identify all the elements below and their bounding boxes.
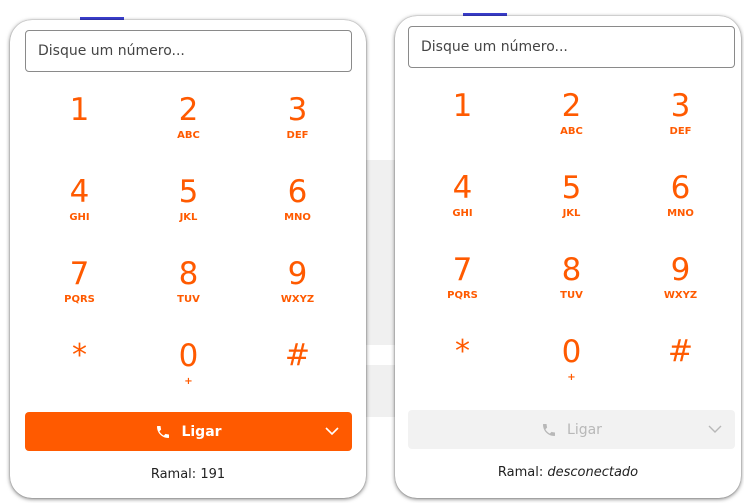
keypad-row: 1 2 ABC 3 DEF — [408, 80, 735, 162]
key-letters: + — [567, 372, 576, 383]
key-star[interactable]: * — [25, 330, 134, 412]
key-digit: 3 — [670, 88, 691, 124]
key-9[interactable]: 9 WXYZ — [626, 244, 735, 326]
key-0[interactable]: 0 + — [517, 326, 626, 408]
key-6[interactable]: 6 MNO — [626, 162, 735, 244]
key-letters: MNO — [284, 212, 311, 223]
extension-label: Ramal: — [150, 467, 197, 482]
background-panel — [366, 160, 395, 345]
call-button-bar: Ligar — [25, 412, 352, 451]
key-digit: 8 — [561, 252, 582, 288]
keypad-row: * 0 + # — [408, 326, 735, 408]
key-digit: 6 — [287, 174, 308, 210]
extension-status: Ramal: desconectado — [395, 465, 741, 480]
extension-value: desconectado — [547, 465, 639, 480]
extension-label: Ramal: — [497, 465, 544, 480]
key-digit: 1 — [452, 88, 473, 124]
key-star[interactable]: * — [408, 326, 517, 408]
dial-number-input[interactable] — [408, 26, 735, 68]
key-8[interactable]: 8 TUV — [134, 248, 243, 330]
key-digit: 5 — [561, 170, 582, 206]
keypad-row: 4 GHI 5 JKL 6 MNO — [408, 162, 735, 244]
key-4[interactable]: 4 GHI — [25, 166, 134, 248]
key-letters: GHI — [69, 212, 90, 223]
extension-value: 191 — [200, 467, 226, 482]
key-digit: # — [284, 338, 311, 373]
key-digit: 8 — [178, 256, 199, 292]
key-digit: * — [72, 338, 87, 373]
key-digit: 2 — [561, 88, 582, 124]
key-digit: 7 — [452, 252, 473, 288]
key-letters: PQRS — [447, 290, 478, 301]
background-panel — [366, 365, 395, 417]
key-2[interactable]: 2 ABC — [134, 84, 243, 166]
key-letters: JKL — [179, 212, 198, 223]
key-8[interactable]: 8 TUV — [517, 244, 626, 326]
key-1[interactable]: 1 — [25, 84, 134, 166]
call-button[interactable]: Ligar — [541, 422, 602, 438]
call-button[interactable]: Ligar — [155, 423, 222, 440]
key-digit: 4 — [69, 174, 90, 210]
key-2[interactable]: 2 ABC — [517, 80, 626, 162]
extension-status: Ramal: 191 — [10, 467, 366, 482]
key-digit: * — [455, 334, 470, 369]
key-hash[interactable]: # — [626, 326, 735, 408]
chevron-down-icon[interactable] — [324, 425, 340, 437]
key-letters: WXYZ — [280, 294, 315, 305]
key-1[interactable]: 1 — [408, 80, 517, 162]
key-7[interactable]: 7 PQRS — [25, 248, 134, 330]
key-letters: PQRS — [64, 294, 95, 305]
key-5[interactable]: 5 JKL — [134, 166, 243, 248]
key-digit: 3 — [287, 92, 308, 128]
call-button-label: Ligar — [181, 423, 222, 440]
key-5[interactable]: 5 JKL — [517, 162, 626, 244]
key-digit: # — [667, 334, 694, 369]
key-digit: 9 — [287, 256, 308, 292]
key-digit: 0 — [178, 338, 199, 374]
key-0[interactable]: 0 + — [134, 330, 243, 412]
key-letters: MNO — [667, 208, 694, 219]
key-letters: DEF — [286, 130, 309, 141]
key-letters: JKL — [562, 208, 581, 219]
key-letters: ABC — [560, 126, 583, 137]
key-letters: DEF — [669, 126, 692, 137]
phone-icon — [157, 425, 170, 438]
keypad-row: 7 PQRS 8 TUV 9 WXYZ — [25, 248, 352, 330]
keypad-row: 1 2 ABC 3 DEF — [25, 84, 352, 166]
phone-icon — [543, 423, 556, 436]
dial-number-input[interactable] — [25, 30, 352, 72]
key-digit: 2 — [178, 92, 199, 128]
key-letters: TUV — [177, 294, 200, 305]
key-4[interactable]: 4 GHI — [408, 162, 517, 244]
keypad: 1 2 ABC 3 DEF 4 GHI 5 JKL 6 MNO 7 PQRS 8… — [25, 84, 352, 412]
key-digit: 0 — [561, 334, 582, 370]
key-6[interactable]: 6 MNO — [243, 166, 352, 248]
key-letters: ABC — [177, 130, 200, 141]
key-letters: WXYZ — [663, 290, 698, 301]
key-digit: 5 — [178, 174, 199, 210]
keypad-row: 4 GHI 5 JKL 6 MNO — [25, 166, 352, 248]
keypad: 1 2 ABC 3 DEF 4 GHI 5 JKL 6 MNO 7 PQRS 8… — [408, 80, 735, 408]
key-3[interactable]: 3 DEF — [243, 84, 352, 166]
key-digit: 9 — [670, 252, 691, 288]
dialer-panel-connected: 1 2 ABC 3 DEF 4 GHI 5 JKL 6 MNO — [10, 20, 366, 498]
key-9[interactable]: 9 WXYZ — [243, 248, 352, 330]
call-button-bar-disabled: Ligar — [408, 410, 735, 449]
dialer-panel-disconnected: 1 2 ABC 3 DEF 4 GHI 5 JKL 6 MNO — [395, 16, 741, 498]
key-3[interactable]: 3 DEF — [626, 80, 735, 162]
key-digit: 7 — [69, 256, 90, 292]
key-digit: 6 — [670, 170, 691, 206]
key-digit: 1 — [69, 92, 90, 128]
chevron-down-icon[interactable] — [707, 423, 723, 435]
call-button-label: Ligar — [567, 421, 602, 438]
key-letters: GHI — [452, 208, 473, 219]
keypad-row: 7 PQRS 8 TUV 9 WXYZ — [408, 244, 735, 326]
key-7[interactable]: 7 PQRS — [408, 244, 517, 326]
key-letters: + — [184, 376, 193, 387]
key-letters: TUV — [560, 290, 583, 301]
key-digit: 4 — [452, 170, 473, 206]
key-hash[interactable]: # — [243, 330, 352, 412]
keypad-row: * 0 + # — [25, 330, 352, 412]
